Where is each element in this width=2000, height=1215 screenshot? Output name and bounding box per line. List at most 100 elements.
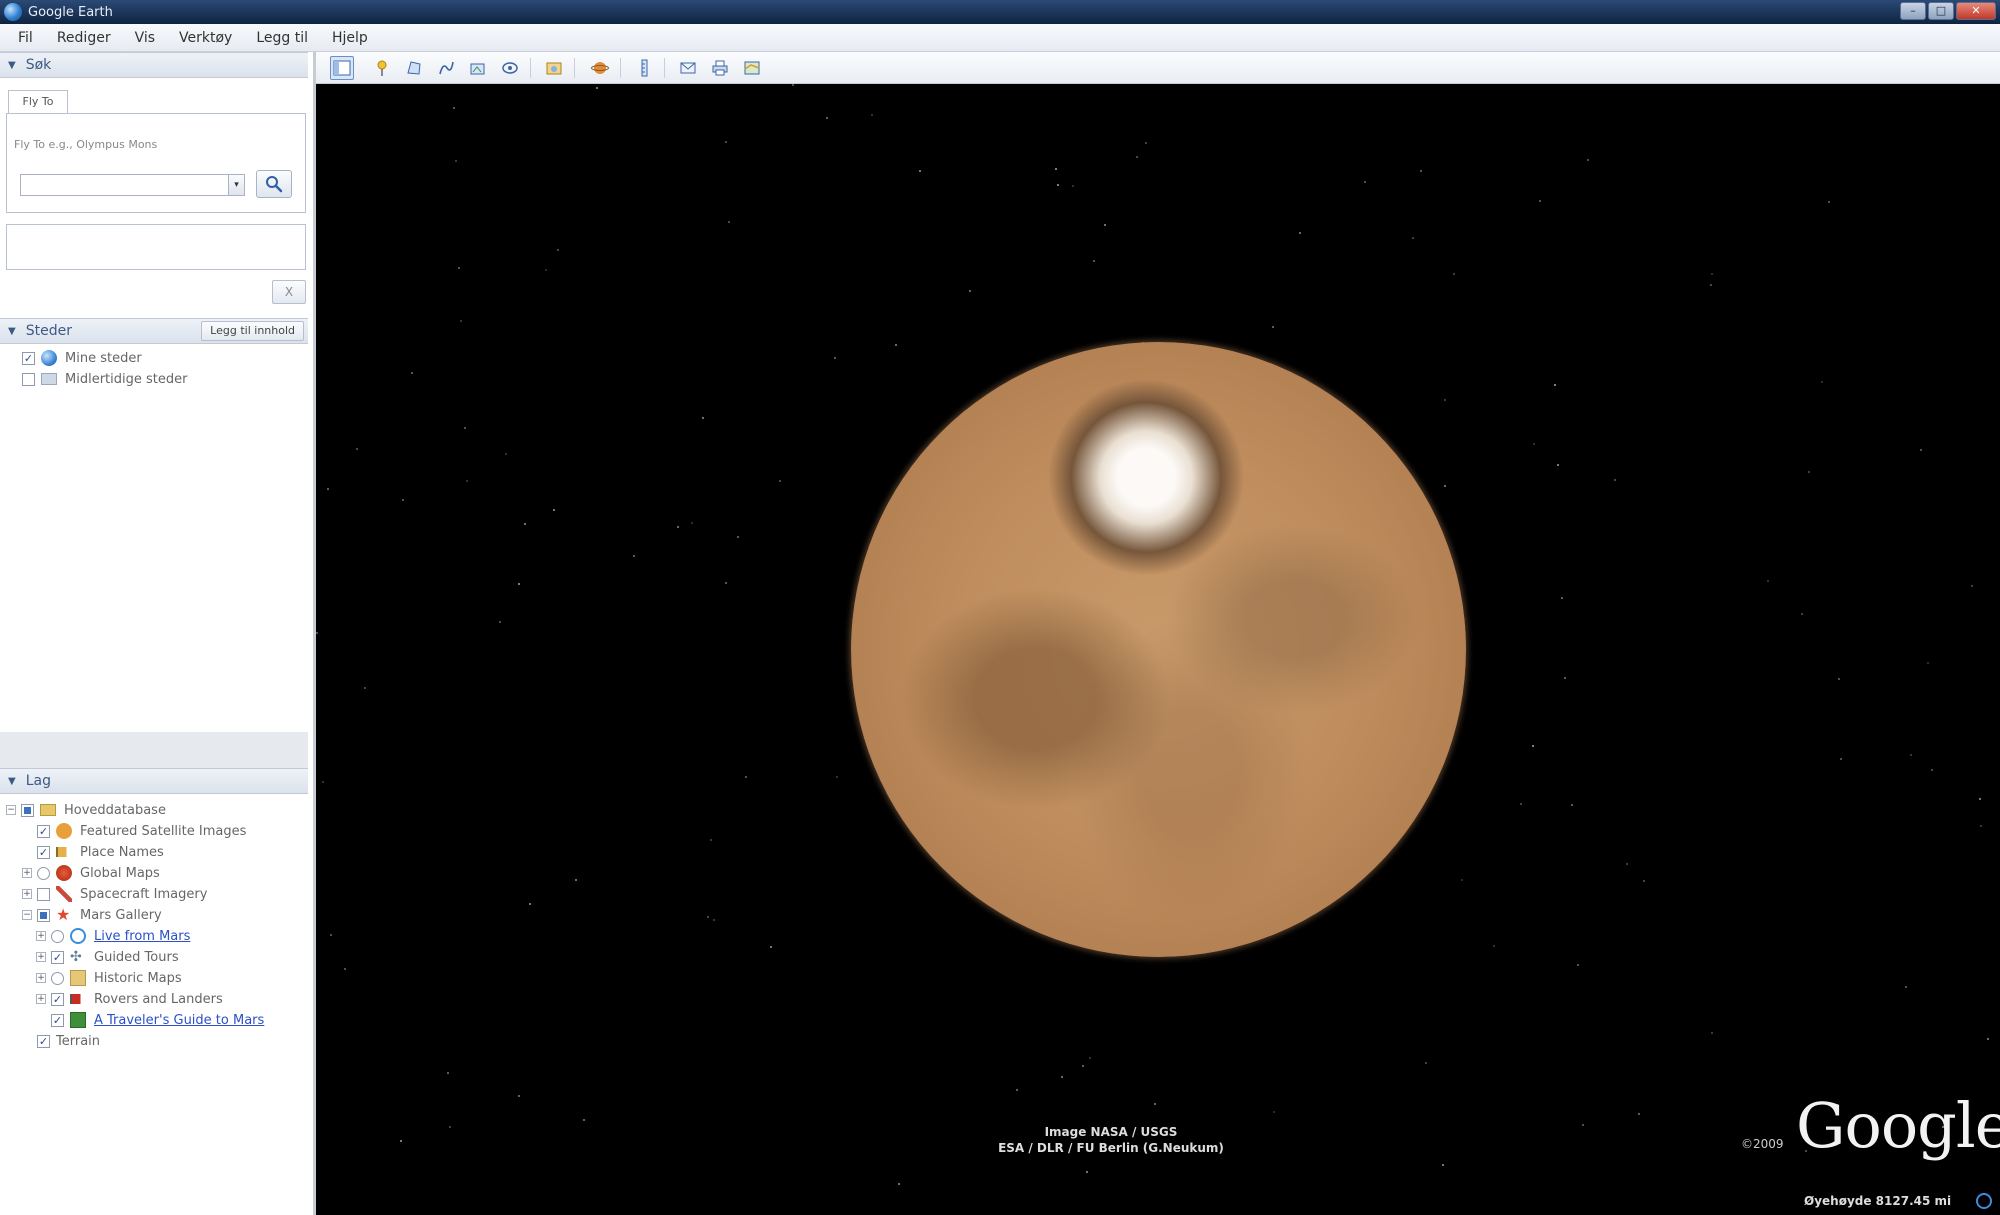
menu-view[interactable]: Vis — [123, 30, 167, 46]
checkbox[interactable] — [37, 887, 50, 901]
add-placemark-button[interactable] — [370, 56, 394, 80]
star-dot — [1614, 479, 1616, 481]
tree-item-travelers-guide[interactable]: ✓ A Traveler's Guide to Mars — [36, 1010, 264, 1030]
tree-item-featured-satellite-images[interactable]: ✓ Featured Satellite Images — [22, 821, 246, 841]
collapse-toggle[interactable]: − — [22, 910, 32, 920]
star-dot — [1561, 597, 1563, 599]
radio-button[interactable] — [37, 866, 50, 880]
switch-planet-button[interactable] — [588, 56, 612, 80]
tree-item-live-from-mars[interactable]: + Live from Mars — [36, 926, 190, 946]
add-path-button[interactable] — [434, 56, 458, 80]
star-dot — [464, 427, 466, 429]
star-dot — [1412, 237, 1414, 239]
checkbox[interactable] — [22, 372, 35, 386]
star-dot — [1539, 200, 1541, 202]
path-icon — [439, 61, 454, 75]
tree-item-label[interactable]: Live from Mars — [94, 929, 190, 944]
add-polygon-button[interactable] — [402, 56, 426, 80]
email-button[interactable] — [676, 56, 700, 80]
search-results-box — [6, 224, 306, 270]
email-icon — [680, 62, 696, 74]
search-history-dropdown[interactable]: ▾ — [228, 174, 245, 196]
layers-section-header[interactable]: ▼ Lag — [0, 768, 308, 794]
menu-help[interactable]: Hjelp — [320, 30, 380, 46]
clear-search-button[interactable]: X — [272, 280, 306, 304]
ruler-button[interactable] — [632, 56, 656, 80]
radio-button[interactable] — [51, 971, 64, 985]
tree-item-label: Guided Tours — [94, 949, 179, 965]
star-dot — [411, 372, 413, 374]
print-button[interactable] — [708, 56, 732, 80]
tree-item-guided-tours[interactable]: + ✓ ✣ Guided Tours — [36, 947, 179, 967]
tree-item-historic-maps[interactable]: + Historic Maps — [36, 968, 182, 988]
checkbox[interactable] — [21, 803, 34, 817]
record-tour-button[interactable] — [498, 56, 522, 80]
star-dot — [728, 221, 730, 223]
tree-item-primary-database[interactable]: − Hoveddatabase — [6, 800, 166, 820]
star-dot — [1089, 1057, 1091, 1059]
expand-toggle[interactable]: + — [36, 931, 46, 941]
panel-splitter[interactable] — [0, 732, 308, 768]
star-dot — [447, 1072, 449, 1074]
radio-button[interactable] — [51, 929, 64, 943]
menu-edit[interactable]: Rediger — [45, 30, 123, 46]
checkbox[interactable]: ✓ — [37, 1034, 50, 1048]
search-button[interactable] — [256, 170, 292, 198]
tree-item-terrain[interactable]: ✓ Terrain — [22, 1031, 100, 1051]
checkbox[interactable]: ✓ — [37, 824, 50, 838]
search-section-header[interactable]: ▼ Søk — [0, 52, 308, 78]
star-dot — [449, 1126, 451, 1128]
star-dot — [1532, 745, 1534, 747]
expand-toggle[interactable]: + — [22, 889, 32, 899]
star-dot — [1086, 1171, 1088, 1173]
map-scroll-icon — [70, 970, 86, 986]
checkbox[interactable]: ✓ — [37, 845, 50, 859]
tree-item-label[interactable]: A Traveler's Guide to Mars — [94, 1013, 264, 1028]
add-content-button[interactable]: Legg til innhold — [201, 321, 304, 341]
menu-add[interactable]: Legg til — [244, 30, 320, 46]
tree-item-place-names[interactable]: ✓ Place Names — [22, 842, 164, 862]
star-dot — [545, 269, 547, 271]
expand-toggle[interactable]: + — [36, 952, 46, 962]
star-dot — [713, 919, 715, 921]
star-dot — [1838, 678, 1840, 680]
star-icon: ★ — [56, 905, 71, 924]
close-window-button[interactable]: ✕ — [1956, 2, 1996, 20]
view-in-maps-button[interactable] — [740, 56, 764, 80]
refresh-globe-icon — [70, 928, 86, 944]
checkbox[interactable]: ✓ — [22, 351, 35, 365]
tree-item-temporary-places[interactable]: Midlertidige steder — [22, 369, 187, 389]
satellite-icon — [56, 823, 72, 839]
star-dot — [1643, 880, 1645, 882]
expand-toggle[interactable]: + — [36, 973, 46, 983]
menu-file[interactable]: Fil — [6, 30, 45, 46]
maximize-button[interactable]: □ — [1928, 2, 1954, 20]
tree-item-spacecraft-imagery[interactable]: + Spacecraft Imagery — [22, 884, 207, 904]
copyright-text: ©2009 — [1741, 1137, 1784, 1151]
search-section-title: Søk — [25, 57, 52, 73]
earth-3d-view[interactable]: Image NASA / USGS ESA / DLR / FU Berlin … — [316, 84, 2000, 1215]
checkbox[interactable]: ✓ — [51, 1013, 64, 1027]
collapse-toggle[interactable]: − — [6, 805, 16, 815]
mars-globe[interactable] — [851, 342, 1466, 957]
checkbox[interactable]: ✓ — [51, 950, 64, 964]
places-section-header[interactable]: ▼ Steder Legg til innhold — [0, 318, 308, 344]
toggle-sidebar-button[interactable] — [330, 56, 354, 80]
star-dot — [770, 946, 772, 948]
star-dot — [745, 776, 747, 778]
checkbox[interactable]: ✓ — [51, 992, 64, 1006]
tree-item-global-maps[interactable]: + Global Maps — [22, 863, 160, 883]
star-dot — [1910, 754, 1912, 756]
add-image-overlay-button[interactable] — [466, 56, 490, 80]
menu-tools[interactable]: Verktøy — [167, 30, 244, 46]
tree-item-my-places[interactable]: ✓ Mine steder — [22, 348, 142, 368]
checkbox[interactable] — [37, 908, 50, 922]
expand-toggle[interactable]: + — [22, 868, 32, 878]
minimize-button[interactable]: – — [1900, 2, 1926, 20]
tree-item-rovers-and-landers[interactable]: + ✓ Rovers and Landers — [36, 989, 223, 1009]
tree-item-mars-gallery[interactable]: − ★ Mars Gallery — [22, 905, 162, 925]
fly-to-input[interactable] — [20, 174, 230, 196]
historical-imagery-button[interactable] — [542, 56, 566, 80]
tab-fly-to[interactable]: Fly To — [8, 90, 68, 114]
expand-toggle[interactable]: + — [36, 994, 46, 1004]
